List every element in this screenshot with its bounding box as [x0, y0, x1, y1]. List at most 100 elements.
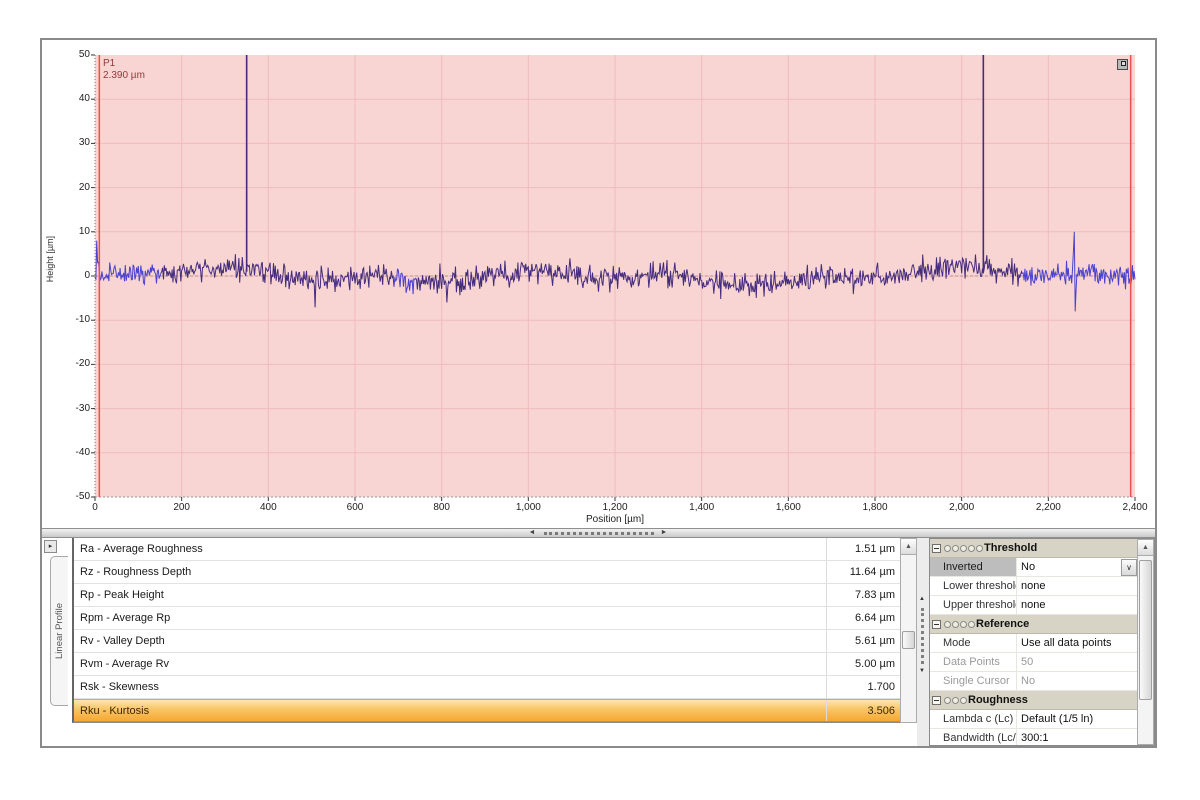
- property-label: Mode: [930, 634, 1016, 652]
- tab-linear-profile-label: Linear Profile: [54, 603, 65, 659]
- x-tick-label: 600: [325, 502, 385, 513]
- scrollbar-thumb[interactable]: [902, 631, 915, 649]
- property-row[interactable]: Lambda c (Lc)Default (1/5 ln): [930, 710, 1137, 729]
- priority-dot-icon: [968, 621, 975, 628]
- section-header-threshold[interactable]: Threshold: [930, 539, 1137, 558]
- x-tick-label: 2,200: [1018, 502, 1078, 513]
- property-label: Upper threshold: [930, 596, 1016, 614]
- section-title: Reference: [976, 618, 1029, 630]
- x-tick-label: 0: [65, 502, 125, 513]
- table-row[interactable]: Rpm - Average Rp6.64 µm: [74, 607, 900, 630]
- parameter-name: Rku - Kurtosis: [74, 700, 826, 721]
- popout-icon[interactable]: [1117, 59, 1128, 70]
- parameter-name: Rv - Valley Depth: [74, 630, 826, 652]
- property-value: 300:1: [1016, 729, 1137, 745]
- results-table-scrollbar[interactable]: ▲: [900, 538, 917, 723]
- y-tick-label: 20: [62, 182, 90, 193]
- y-tick-label: 50: [62, 49, 90, 60]
- property-label: Lambda c (Lc): [930, 710, 1016, 728]
- property-value: Use all data points: [1016, 634, 1137, 652]
- parameter-value: 1.700: [826, 676, 900, 698]
- horizontal-splitter[interactable]: ◄ ►: [42, 528, 1155, 538]
- property-value: No: [1016, 672, 1137, 690]
- y-axis-title: Height [µm]: [45, 236, 55, 282]
- vsplit-up-arrow-icon: ▲: [919, 596, 925, 602]
- table-row[interactable]: Rv - Valley Depth5.61 µm: [74, 630, 900, 653]
- parameter-name: Rp - Peak Height: [74, 584, 826, 606]
- table-row[interactable]: Rvm - Average Rv5.00 µm: [74, 653, 900, 676]
- splitter-left-arrow-icon: ◄: [529, 529, 536, 537]
- property-row[interactable]: Upper thresholdnone: [930, 596, 1137, 615]
- table-row[interactable]: Rz - Roughness Depth11.64 µm: [74, 561, 900, 584]
- x-tick-label: 1,400: [672, 502, 732, 513]
- y-tick-label: -50: [62, 491, 90, 502]
- property-row[interactable]: Data Points50: [930, 653, 1137, 672]
- scroll-up-icon[interactable]: ▲: [1138, 540, 1153, 556]
- priority-dot-icon: [976, 545, 983, 552]
- scrollbar-thumb[interactable]: [1139, 560, 1152, 700]
- properties-grid: ThresholdInvertedNo∨Lower thresholdnoneU…: [930, 539, 1137, 745]
- property-value-text: none: [1021, 577, 1137, 595]
- priority-dot-icon: [944, 545, 951, 552]
- property-row[interactable]: Single CursorNo: [930, 672, 1137, 691]
- collapse-icon[interactable]: [932, 544, 941, 553]
- property-value-text: No: [1021, 558, 1121, 576]
- profile-plot[interactable]: [42, 40, 1155, 528]
- priority-dot-icon: [968, 545, 975, 552]
- table-row[interactable]: Ra - Average Roughness1.51 µm: [74, 538, 900, 561]
- x-tick-label: 800: [412, 502, 472, 513]
- property-row[interactable]: Bandwidth (Lc/Ls)300:1: [930, 729, 1137, 745]
- priority-dot-icon: [944, 697, 951, 704]
- property-label: Single Cursor: [930, 672, 1016, 690]
- property-row[interactable]: Mode Use all data points: [930, 634, 1137, 653]
- splitter-right-arrow-icon: ►: [661, 529, 668, 537]
- y-tick-label: 10: [62, 226, 90, 237]
- app-window: Height [µm] Position [µm] P1 2.390 µm 50…: [40, 38, 1157, 748]
- x-tick-label: 1,000: [498, 502, 558, 513]
- table-row[interactable]: Rku - Kurtosis3.506: [74, 699, 900, 722]
- priority-dot-icon: [960, 621, 967, 628]
- tab-collapse-button[interactable]: ▸: [44, 540, 57, 553]
- dropdown-arrow-icon[interactable]: ∨: [1121, 559, 1137, 576]
- property-value-text: 50: [1021, 653, 1137, 671]
- properties-panel: ThresholdInvertedNo∨Lower thresholdnoneU…: [929, 538, 1155, 746]
- section-header-reference[interactable]: Reference: [930, 615, 1137, 634]
- collapse-icon[interactable]: [932, 696, 941, 705]
- vsplit-down-arrow-icon: ▼: [919, 668, 925, 674]
- y-tick-label: -40: [62, 447, 90, 458]
- cursor-annotation-value: 2.390 µm: [103, 70, 145, 82]
- bottom-region: ▸ Linear Profile Ra - Average Roughness1…: [42, 538, 1155, 746]
- side-tab-strip: ▸ Linear Profile: [42, 538, 72, 746]
- y-tick-label: 30: [62, 137, 90, 148]
- popout-inner-square: [1121, 61, 1126, 66]
- section-header-roughness[interactable]: Roughness: [930, 691, 1137, 710]
- results-table: Ra - Average Roughness1.51 µmRz - Roughn…: [72, 538, 900, 723]
- property-value: none: [1016, 577, 1137, 595]
- property-row[interactable]: Lower threshold none: [930, 577, 1137, 596]
- collapse-icon[interactable]: [932, 620, 941, 629]
- table-row[interactable]: Rsk - Skewness1.700: [74, 676, 900, 699]
- property-value-text: 300:1: [1021, 729, 1137, 745]
- y-tick-label: 40: [62, 93, 90, 104]
- table-row[interactable]: Rp - Peak Height7.83 µm: [74, 584, 900, 607]
- profile-chart: Height [µm] Position [µm] P1 2.390 µm 50…: [42, 40, 1155, 528]
- vertical-splitter[interactable]: ▲ ▼: [917, 538, 929, 746]
- property-label: Inverted: [930, 558, 1016, 576]
- parameter-value: 5.00 µm: [826, 653, 900, 675]
- parameter-name: Rvm - Average Rv: [74, 653, 826, 675]
- y-tick-label: -10: [62, 314, 90, 325]
- cursor-annotation-label: P1: [103, 58, 145, 70]
- property-value[interactable]: No∨: [1016, 558, 1137, 576]
- priority-dot-icon: [952, 697, 959, 704]
- property-value: 50: [1016, 653, 1137, 671]
- property-row[interactable]: InvertedNo∨: [930, 558, 1137, 577]
- parameter-value: 5.61 µm: [826, 630, 900, 652]
- parameter-name: Rsk - Skewness: [74, 676, 826, 698]
- tab-linear-profile[interactable]: Linear Profile: [50, 556, 68, 706]
- y-tick-label: -30: [62, 403, 90, 414]
- splitter-grip: [544, 532, 654, 535]
- properties-scrollbar[interactable]: ▲: [1137, 539, 1154, 745]
- scroll-up-icon[interactable]: ▲: [901, 539, 916, 555]
- property-value-text: Use all data points: [1021, 634, 1137, 652]
- property-label: Lower threshold: [930, 577, 1016, 595]
